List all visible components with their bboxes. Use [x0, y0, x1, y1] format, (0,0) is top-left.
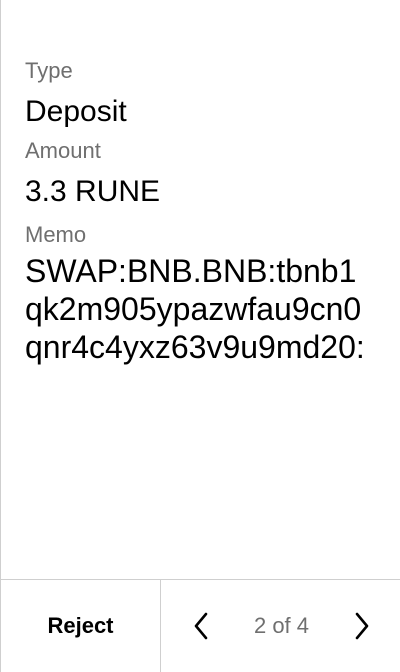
reject-button[interactable]: Reject	[1, 580, 160, 672]
transaction-details: Type Deposit Amount 3.3 RUNE Memo SWAP:B…	[25, 58, 382, 366]
chevron-right-icon	[355, 612, 369, 640]
transaction-review-panel: Type Deposit Amount 3.3 RUNE Memo SWAP:B…	[0, 0, 400, 672]
chevron-left-icon	[194, 612, 208, 640]
type-label: Type	[25, 58, 73, 83]
previous-page-button[interactable]	[189, 606, 213, 646]
page-indicator: 2 of 4	[253, 613, 310, 638]
amount-label: Amount	[25, 138, 101, 163]
pagination: 2 of 4	[160, 580, 400, 672]
action-footer: Reject 2 of 4	[1, 579, 400, 672]
amount-value: 3.3 RUNE	[25, 175, 161, 208]
memo-value: SWAP:BNB.BNB:tbnb1qk2m905ypazwfau9cn0qnr…	[25, 253, 365, 365]
type-value: Deposit	[25, 95, 127, 128]
next-page-button[interactable]	[350, 606, 374, 646]
memo-label: Memo	[25, 222, 87, 247]
